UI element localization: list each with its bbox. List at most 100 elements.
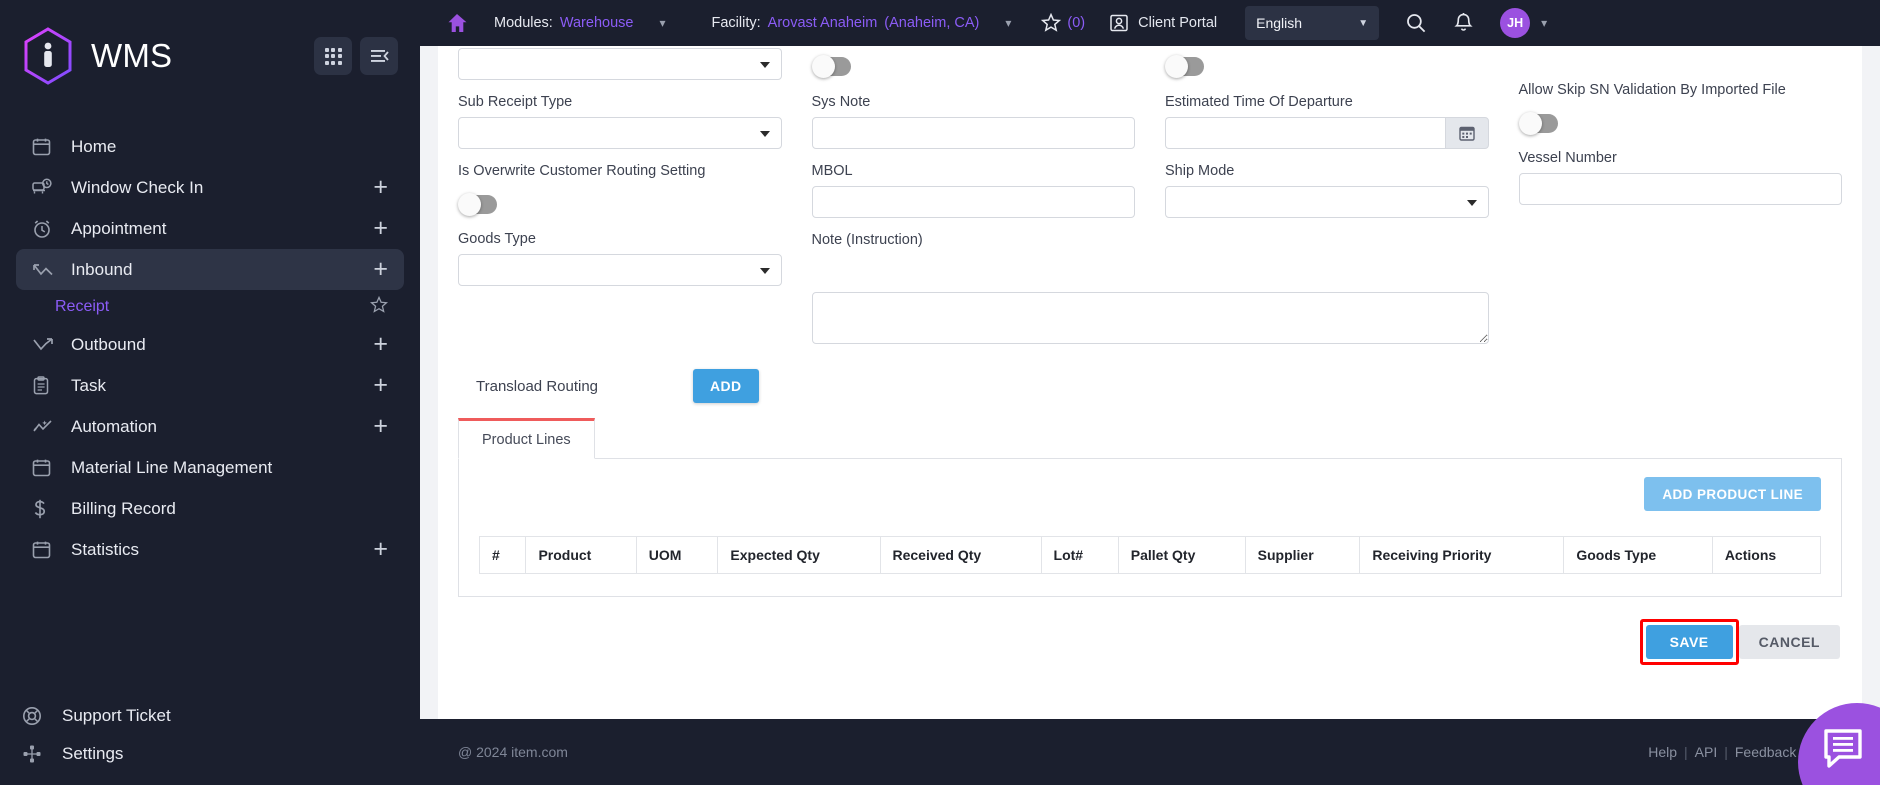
transload-routing-label: Transload Routing: [476, 378, 598, 395]
client-portal-button[interactable]: Client Portal: [1109, 13, 1217, 33]
column-header-uom[interactable]: UOM: [636, 537, 718, 574]
footer-link-feedback[interactable]: Feedback: [1735, 744, 1796, 760]
sidebar-item-label: Material Line Management: [71, 458, 388, 478]
column-header-supplier[interactable]: Supplier: [1245, 537, 1360, 574]
note-instruction-textarea[interactable]: [812, 292, 1489, 344]
apps-grid-button[interactable]: [314, 37, 352, 75]
chevron-down-icon[interactable]: ▾: [1541, 16, 1547, 30]
sidebar-add-appointment[interactable]: +: [373, 216, 388, 241]
is-overwrite-customer-routing-setting-toggle[interactable]: [461, 195, 497, 214]
goods-type-select[interactable]: [458, 254, 782, 286]
sidebar-item-label: Inbound: [71, 260, 373, 280]
sidebar-item-settings[interactable]: Settings: [16, 735, 404, 773]
note-spacer-right: [1519, 292, 1843, 349]
column-header-index[interactable]: #: [480, 537, 526, 574]
column-header-lot[interactable]: Lot#: [1041, 537, 1118, 574]
footer-link-help[interactable]: Help: [1648, 744, 1677, 760]
mbol-input[interactable]: [812, 186, 1136, 218]
sidebar-item-task[interactable]: Task +: [16, 365, 404, 406]
product-lines-panel: ADD PRODUCT LINE # Product UOM Expected …: [458, 459, 1842, 597]
facility-selector[interactable]: Facility: Arovast Anaheim (Anaheim, CA) …: [712, 15, 1012, 31]
column-header-receiving-priority[interactable]: Receiving Priority: [1360, 537, 1564, 574]
column-header-product[interactable]: Product: [526, 537, 636, 574]
sidebar-item-label: Support Ticket: [62, 706, 398, 726]
sidebar-item-label: Appointment: [71, 219, 373, 239]
top-select-field[interactable]: [458, 48, 782, 80]
note-instruction-field: [812, 292, 1489, 349]
language-select[interactable]: English ▼: [1245, 6, 1379, 40]
sidebar-item-receipt[interactable]: Receipt: [16, 290, 404, 324]
language-value: English: [1256, 15, 1302, 31]
calendar-icon: [32, 540, 58, 559]
product-lines-table: # Product UOM Expected Qty Received Qty …: [479, 536, 1821, 574]
sidebar-add-inbound[interactable]: +: [373, 257, 388, 282]
note-instruction-row: [458, 292, 1842, 349]
column-header-received-qty[interactable]: Received Qty: [880, 537, 1041, 574]
form-actions: SAVE CANCEL: [458, 619, 1842, 665]
sys-note-input[interactable]: [812, 117, 1136, 149]
sidebar-item-support-ticket[interactable]: Support Ticket: [16, 697, 404, 735]
calendar-icon: [32, 137, 58, 156]
sidebar-add-task[interactable]: +: [373, 373, 388, 398]
sidebar-item-billing-record[interactable]: Billing Record: [16, 488, 404, 529]
outbound-arrow-icon: [32, 336, 58, 354]
footer-link-api[interactable]: API: [1695, 744, 1718, 760]
content-scroll-region[interactable]: Sub Receipt Type Is Overwrite Customer R…: [420, 46, 1880, 719]
sidebar-item-home[interactable]: Home: [16, 126, 404, 167]
sidebar-item-window-check-in[interactable]: Window Check In +: [16, 167, 404, 208]
form-column-1: Sub Receipt Type Is Overwrite Customer R…: [458, 46, 782, 286]
brand-title: WMS: [91, 37, 306, 75]
contact-card-icon: [1109, 13, 1129, 33]
sidebar-item-outbound[interactable]: Outbound +: [16, 324, 404, 365]
cancel-button[interactable]: CANCEL: [1739, 625, 1840, 659]
chevron-down-icon[interactable]: ▾: [1005, 16, 1011, 30]
chevron-down-icon[interactable]: ▾: [659, 16, 665, 30]
save-button[interactable]: SAVE: [1646, 625, 1733, 659]
column-header-actions[interactable]: Actions: [1712, 537, 1820, 574]
col3-top-toggle[interactable]: [1168, 57, 1204, 76]
star-outline-icon: [1041, 13, 1061, 33]
favorites-button[interactable]: (0): [1041, 13, 1085, 33]
calendar-icon[interactable]: [1445, 117, 1489, 149]
product-lines-table-head: # Product UOM Expected Qty Received Qty …: [480, 537, 1821, 574]
sidebar-item-appointment[interactable]: Appointment +: [16, 208, 404, 249]
sidebar-add-outbound[interactable]: +: [373, 332, 388, 357]
sparkle-chart-icon: [32, 418, 58, 436]
modules-selector[interactable]: Modules: Warehouse ▾: [494, 15, 666, 31]
column-header-expected-qty[interactable]: Expected Qty: [718, 537, 880, 574]
footer-divider: |: [1724, 744, 1728, 760]
sidebar-item-automation[interactable]: Automation +: [16, 406, 404, 447]
client-portal-label: Client Portal: [1138, 15, 1217, 31]
vessel-number-input[interactable]: [1519, 173, 1843, 205]
sidebar-item-material-line-management[interactable]: Material Line Management: [16, 447, 404, 488]
sidebar-add-window-check-in[interactable]: +: [373, 175, 388, 200]
col2-top-toggle-slot: [812, 48, 1136, 80]
app-root: WMS Home: [0, 0, 1880, 785]
column-header-pallet-qty[interactable]: Pallet Qty: [1118, 537, 1245, 574]
col2-top-toggle[interactable]: [815, 57, 851, 76]
modules-value: Warehouse: [560, 15, 634, 31]
footer-copyright: @ 2024 item.com: [458, 744, 568, 760]
sidebar-item-inbound[interactable]: Inbound +: [16, 249, 404, 290]
ship-mode-select[interactable]: [1165, 186, 1489, 218]
sub-receipt-type-select[interactable]: [458, 117, 782, 149]
add-transload-routing-button[interactable]: ADD: [693, 369, 759, 403]
product-lines-actions: ADD PRODUCT LINE: [479, 477, 1821, 511]
column-header-goods-type[interactable]: Goods Type: [1564, 537, 1712, 574]
star-outline-icon[interactable]: [370, 296, 388, 319]
tab-product-lines[interactable]: Product Lines: [458, 418, 595, 459]
avatar[interactable]: JH: [1500, 8, 1530, 38]
allow-skip-sn-validation-toggle[interactable]: [1522, 114, 1558, 133]
sidebar-item-statistics[interactable]: Statistics +: [16, 529, 404, 570]
collapse-sidebar-button[interactable]: [360, 37, 398, 75]
search-button[interactable]: [1405, 12, 1427, 34]
estimated-time-of-departure-input[interactable]: [1165, 117, 1445, 149]
sidebar-add-statistics[interactable]: +: [373, 537, 388, 562]
sidebar-item-label: Automation: [71, 417, 373, 437]
sidebar-add-automation[interactable]: +: [373, 414, 388, 439]
home-icon[interactable]: [420, 12, 494, 34]
calendar-icon: [32, 458, 58, 477]
add-product-line-button[interactable]: ADD PRODUCT LINE: [1644, 477, 1821, 511]
notifications-button[interactable]: [1453, 12, 1474, 34]
wms-logo-icon: [22, 27, 74, 85]
